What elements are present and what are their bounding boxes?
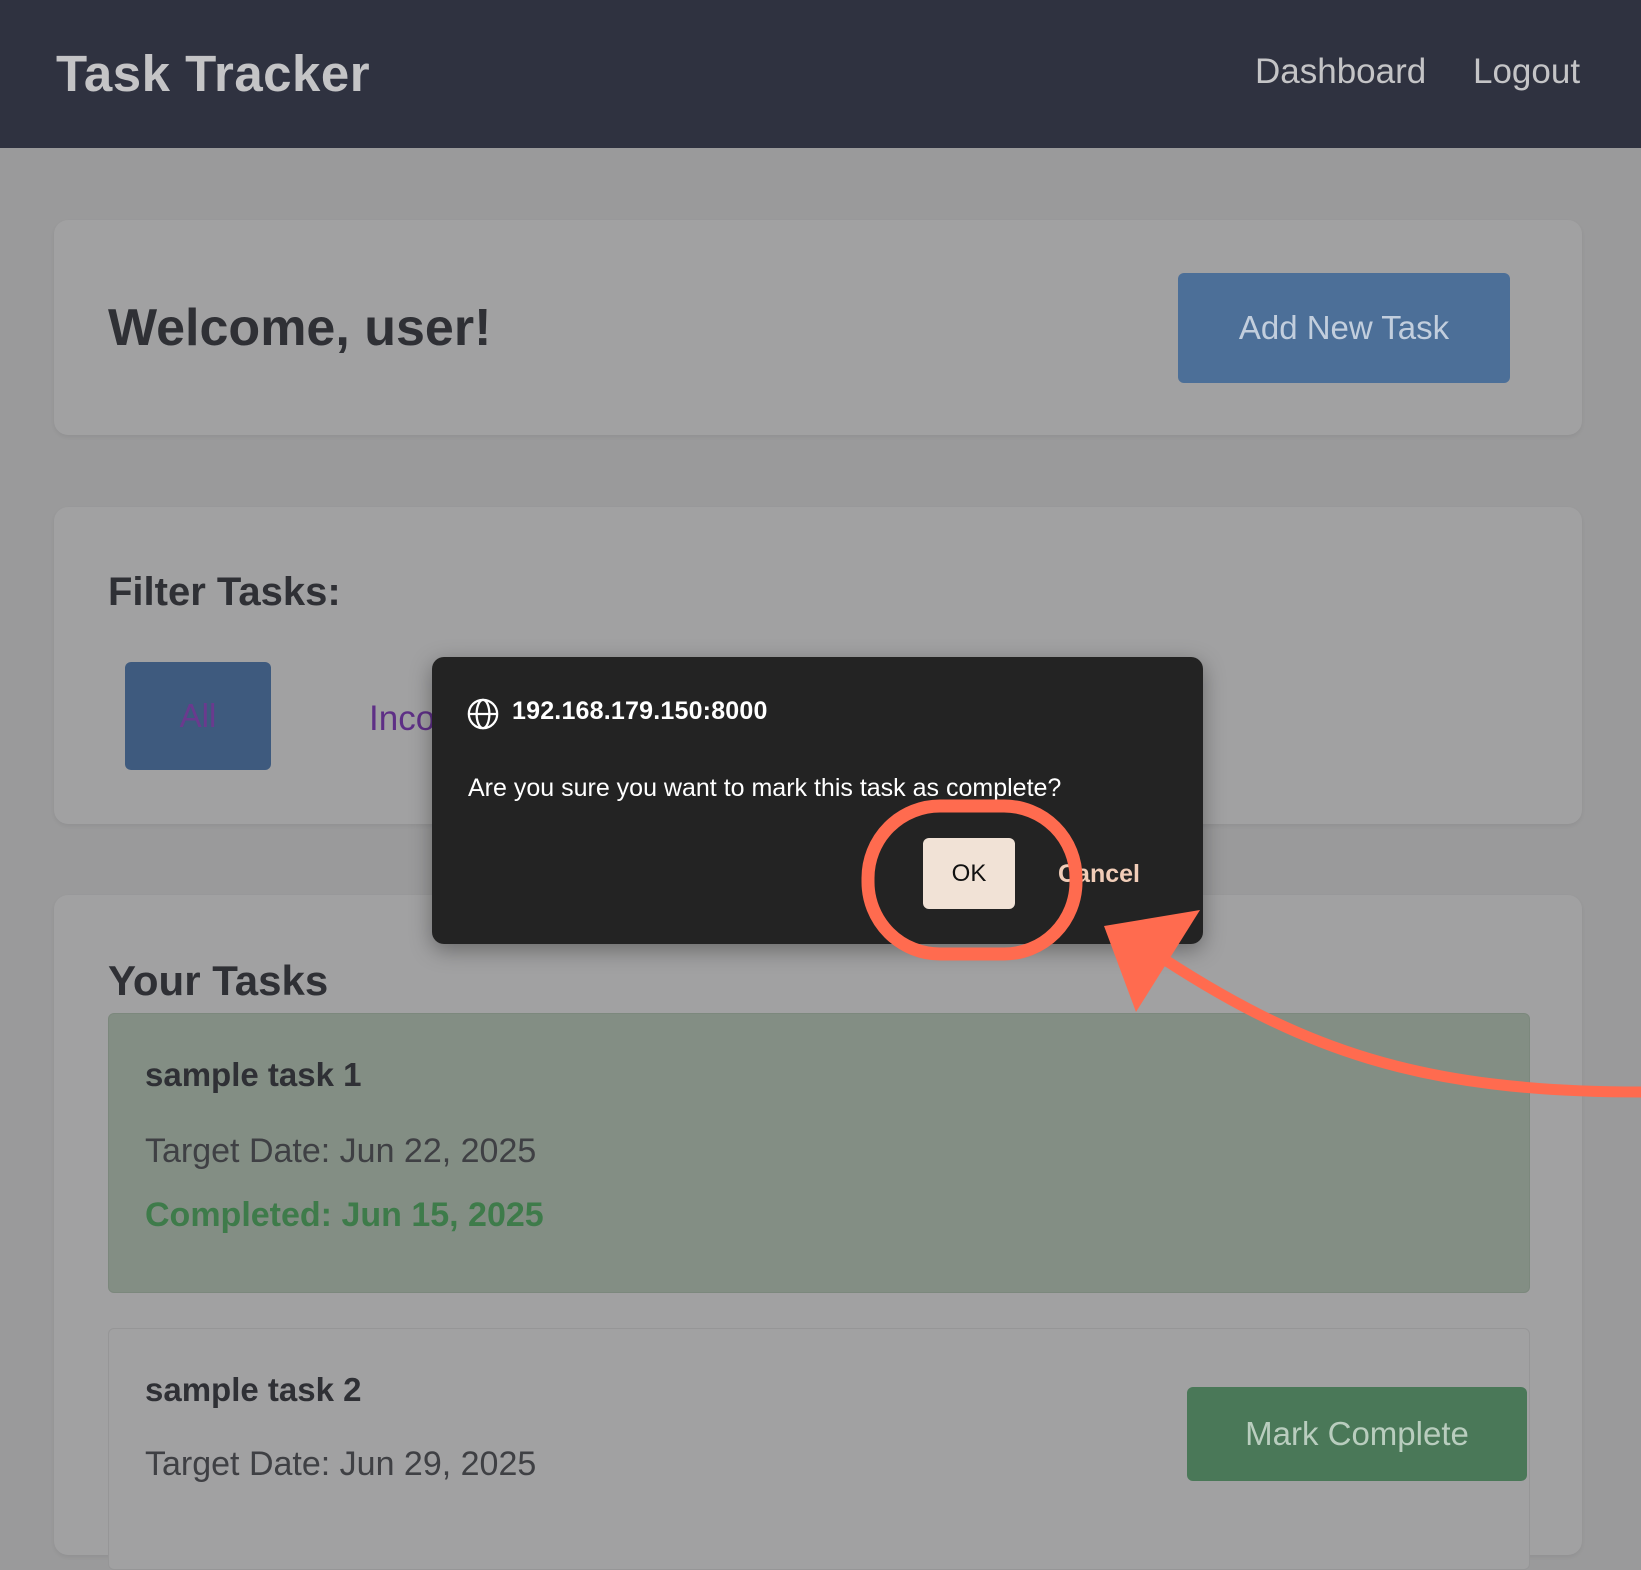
filter-all-button[interactable]: All (125, 662, 271, 770)
dialog-origin: 192.168.179.150:8000 (512, 697, 768, 725)
tasks-card: Your Tasks sample task 1 Target Date: Ju… (54, 895, 1582, 1570)
task-title: sample task 2 (145, 1371, 362, 1408)
nav-link-logout[interactable]: Logout (1473, 52, 1580, 92)
task-target-date: Target Date: Jun 29, 2025 (145, 1445, 537, 1483)
dialog-message: Are you sure you want to mark this task … (468, 774, 1062, 802)
task-title: sample task 1 (145, 1056, 362, 1093)
add-new-task-button[interactable]: Add New Task (1178, 273, 1510, 383)
filter-incomplete-link[interactable]: Inco (369, 699, 435, 739)
welcome-card: Welcome, user! Add New Task (54, 220, 1582, 435)
task-item-completed: sample task 1 Target Date: Jun 22, 2025 … (108, 1013, 1530, 1293)
globe-icon (467, 698, 499, 730)
welcome-heading: Welcome, user! (108, 299, 492, 357)
app-brand[interactable]: Task Tracker (56, 44, 370, 103)
tasks-heading: Your Tasks (108, 957, 329, 1004)
task-item-pending: sample task 2 Target Date: Jun 29, 2025 … (108, 1328, 1530, 1570)
task-completed-date: Completed: Jun 15, 2025 (145, 1196, 544, 1234)
dialog-cancel-button[interactable]: Cancel (1058, 860, 1140, 889)
dialog-ok-button[interactable]: OK (923, 838, 1015, 909)
top-navbar: Task Tracker Dashboard Logout (0, 0, 1641, 148)
nav-link-dashboard[interactable]: Dashboard (1255, 52, 1426, 92)
mark-complete-button[interactable]: Mark Complete (1187, 1387, 1527, 1481)
confirm-dialog: 192.168.179.150:8000 Are you sure you wa… (432, 657, 1203, 944)
filter-heading: Filter Tasks: (108, 570, 341, 614)
task-target-date: Target Date: Jun 22, 2025 (145, 1132, 537, 1170)
